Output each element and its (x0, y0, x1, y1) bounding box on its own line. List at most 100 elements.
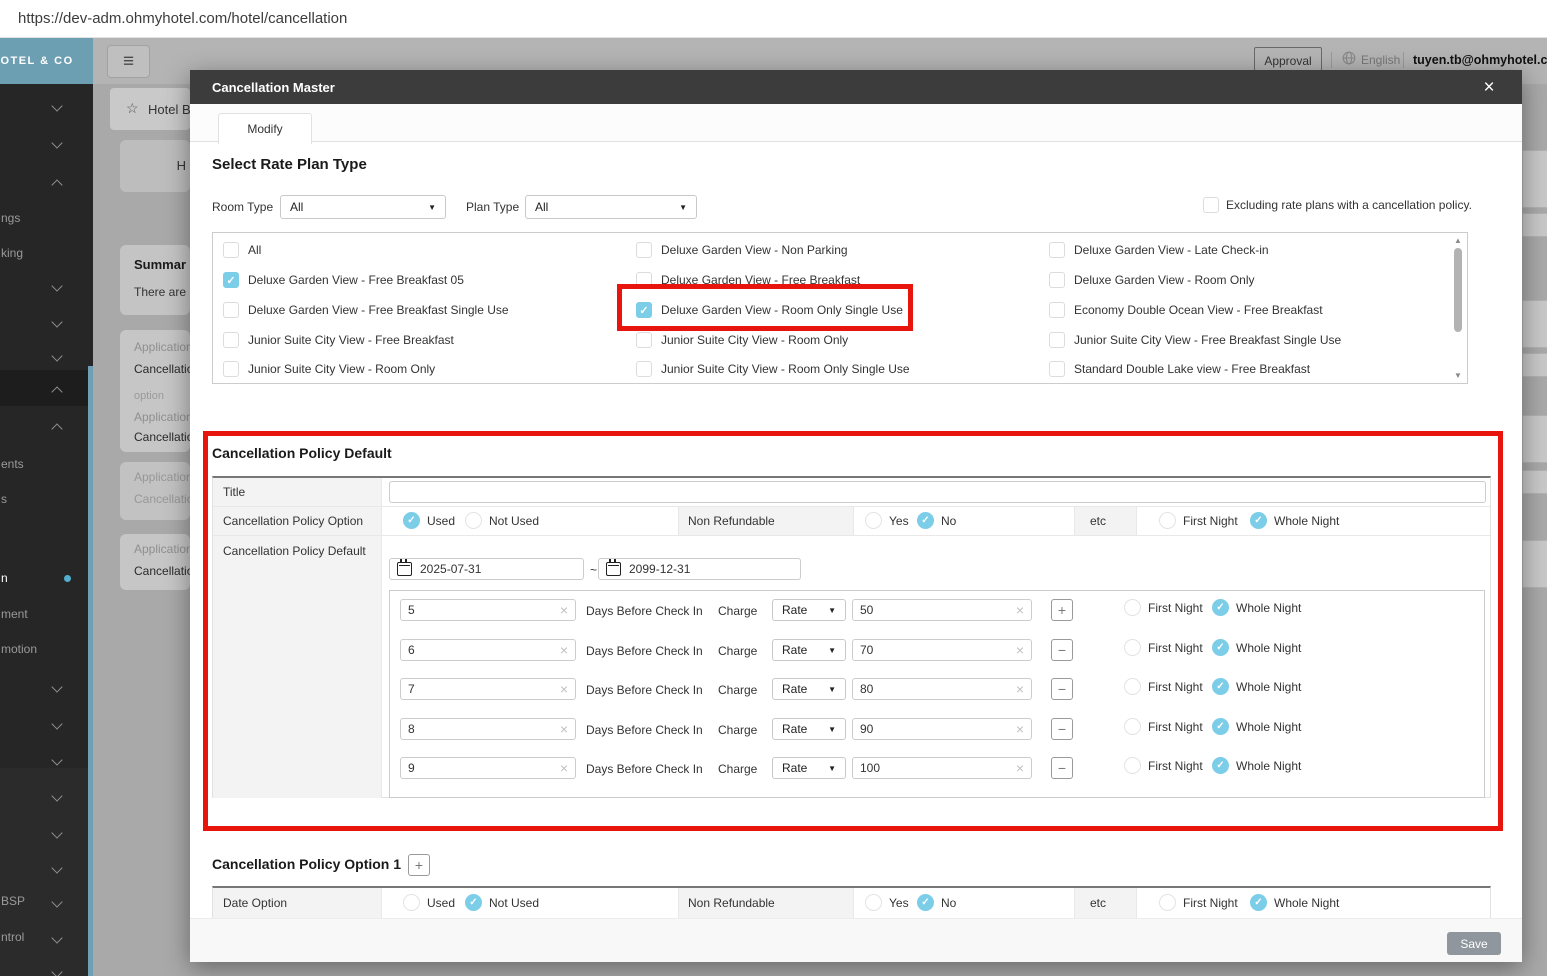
radio-selected[interactable] (1212, 599, 1229, 616)
remove-row-button[interactable]: − (1051, 639, 1073, 661)
chevron-up-icon[interactable] (51, 179, 63, 191)
not-used-radio[interactable]: Not Used (465, 512, 539, 529)
list-scrollbar[interactable]: ▲ ▼ (1452, 234, 1465, 382)
chevron-down-icon[interactable] (51, 316, 63, 328)
clear-icon[interactable]: × (560, 603, 568, 617)
sidebar-item-active[interactable]: n (1, 571, 8, 585)
radio[interactable] (1159, 894, 1176, 911)
plan-item[interactable]: Standard Double Lake view - Free Breakfa… (1049, 361, 1310, 377)
plan-item[interactable]: All (223, 242, 261, 258)
radio[interactable] (1124, 639, 1141, 656)
checkbox-checked[interactable] (223, 272, 239, 288)
plan-item[interactable]: Economy Double Ocean View - Free Breakfa… (1049, 302, 1323, 318)
not-used-radio[interactable]: Not Used (465, 894, 539, 911)
sidebar-item[interactable]: king (1, 246, 23, 260)
radio[interactable] (865, 894, 882, 911)
used-radio[interactable]: Used (403, 894, 455, 911)
first-night-radio[interactable]: First Night (1124, 757, 1203, 774)
tab-modify[interactable]: Modify (218, 113, 312, 144)
days-input[interactable]: 8 × (400, 718, 576, 740)
clear-icon[interactable]: × (1016, 603, 1024, 617)
excluding-checkbox[interactable] (1203, 197, 1219, 213)
remove-row-button[interactable]: − (1051, 718, 1073, 740)
room-type-select[interactable]: All ▼ (280, 195, 446, 219)
plan-item[interactable]: Junior Suite City View - Free Breakfast (223, 332, 454, 348)
days-input[interactable]: 9 × (400, 757, 576, 779)
chevron-down-icon[interactable] (51, 718, 63, 730)
clear-icon[interactable]: × (560, 643, 568, 657)
charge-type-select[interactable]: Rate ▼ (772, 757, 846, 779)
radio-selected[interactable] (1250, 894, 1267, 911)
radio-selected[interactable] (1250, 512, 1267, 529)
plan-item[interactable]: Deluxe Garden View - Late Check-in (1049, 242, 1269, 258)
charge-type-select[interactable]: Rate ▼ (772, 678, 846, 700)
whole-night-radio[interactable]: Whole Night (1212, 639, 1301, 656)
first-night-radio[interactable]: First Night (1124, 718, 1203, 735)
used-radio[interactable]: Used (403, 512, 455, 529)
chevron-down-icon[interactable] (51, 350, 63, 362)
clear-icon[interactable]: × (1016, 761, 1024, 775)
plan-item[interactable]: Deluxe Garden View - Non Parking (636, 242, 848, 258)
chevron-down-icon[interactable] (51, 137, 63, 149)
radio-selected[interactable] (403, 512, 420, 529)
radio[interactable] (1124, 678, 1141, 695)
whole-night-radio[interactable]: Whole Night (1212, 757, 1301, 774)
radio-selected[interactable] (917, 512, 934, 529)
no-radio[interactable]: No (917, 512, 956, 529)
scrollbar-thumb[interactable] (1454, 248, 1462, 332)
radio-selected[interactable] (1212, 718, 1229, 735)
user-email[interactable]: tuyen.tb@ohmyhotel.com (1413, 53, 1547, 67)
whole-night-radio[interactable]: Whole Night (1250, 512, 1339, 529)
first-night-radio[interactable]: First Night (1159, 894, 1238, 911)
plan-item[interactable]: Deluxe Garden View - Room Only (1049, 272, 1255, 288)
sidebar-item[interactable]: ntrol (1, 930, 24, 944)
address-bar[interactable]: https://dev-adm.ohmyhotel.com/hotel/canc… (0, 0, 1547, 38)
star-icon[interactable]: ☆ (126, 100, 139, 117)
checkbox[interactable] (223, 332, 239, 348)
chevron-up-icon[interactable] (51, 423, 63, 435)
days-input[interactable]: 7 × (400, 678, 576, 700)
plan-item[interactable]: Junior Suite City View - Room Only (636, 332, 848, 348)
chevron-down-icon[interactable] (51, 100, 63, 112)
charge-value-input[interactable]: 70 × (852, 639, 1032, 661)
radio-selected[interactable] (917, 894, 934, 911)
chevron-down-icon[interactable] (51, 754, 63, 766)
checkbox[interactable] (636, 272, 652, 288)
language-selector[interactable]: English (1342, 49, 1400, 71)
radio[interactable] (1124, 757, 1141, 774)
close-icon[interactable]: × (1478, 77, 1500, 99)
clear-icon[interactable]: × (560, 761, 568, 775)
date-from-input[interactable]: 2025-07-31 (389, 558, 584, 580)
scroll-up-icon[interactable]: ▲ (1454, 236, 1462, 245)
remove-row-button[interactable]: − (1051, 678, 1073, 700)
chevron-down-icon[interactable] (51, 681, 63, 693)
whole-night-radio[interactable]: Whole Night (1250, 894, 1339, 911)
plan-type-select[interactable]: All ▼ (525, 195, 697, 219)
radio[interactable] (1124, 718, 1141, 735)
checkbox-checked[interactable] (636, 302, 652, 318)
radio-selected[interactable] (465, 894, 482, 911)
radio[interactable] (1159, 512, 1176, 529)
sidebar-item[interactable]: s (1, 492, 7, 506)
sidebar-item[interactable]: ents (1, 457, 24, 471)
add-row-button[interactable]: + (1051, 599, 1073, 621)
plan-item[interactable]: Junior Suite City View - Room Only (223, 361, 435, 377)
checkbox[interactable] (1049, 361, 1065, 377)
remove-row-button[interactable]: − (1051, 757, 1073, 779)
clear-icon[interactable]: × (1016, 643, 1024, 657)
clear-icon[interactable]: × (1016, 682, 1024, 696)
no-radio[interactable]: No (917, 894, 956, 911)
checkbox[interactable] (1049, 272, 1065, 288)
clear-icon[interactable]: × (560, 722, 568, 736)
days-input[interactable]: 6 × (400, 639, 576, 661)
yes-radio[interactable]: Yes (865, 894, 909, 911)
sidebar-item[interactable]: BSP (1, 894, 25, 908)
hamburger-button[interactable]: ≡ (107, 45, 150, 78)
clear-icon[interactable]: × (560, 682, 568, 696)
plan-item[interactable]: Deluxe Garden View - Free Breakfast Sing… (223, 302, 509, 318)
plan-item[interactable]: Deluxe Garden View - Free Breakfast 05 (223, 272, 464, 288)
charge-value-input[interactable]: 100 × (852, 757, 1032, 779)
first-night-radio[interactable]: First Night (1124, 599, 1203, 616)
checkbox[interactable] (223, 242, 239, 258)
first-night-radio[interactable]: First Night (1124, 639, 1203, 656)
